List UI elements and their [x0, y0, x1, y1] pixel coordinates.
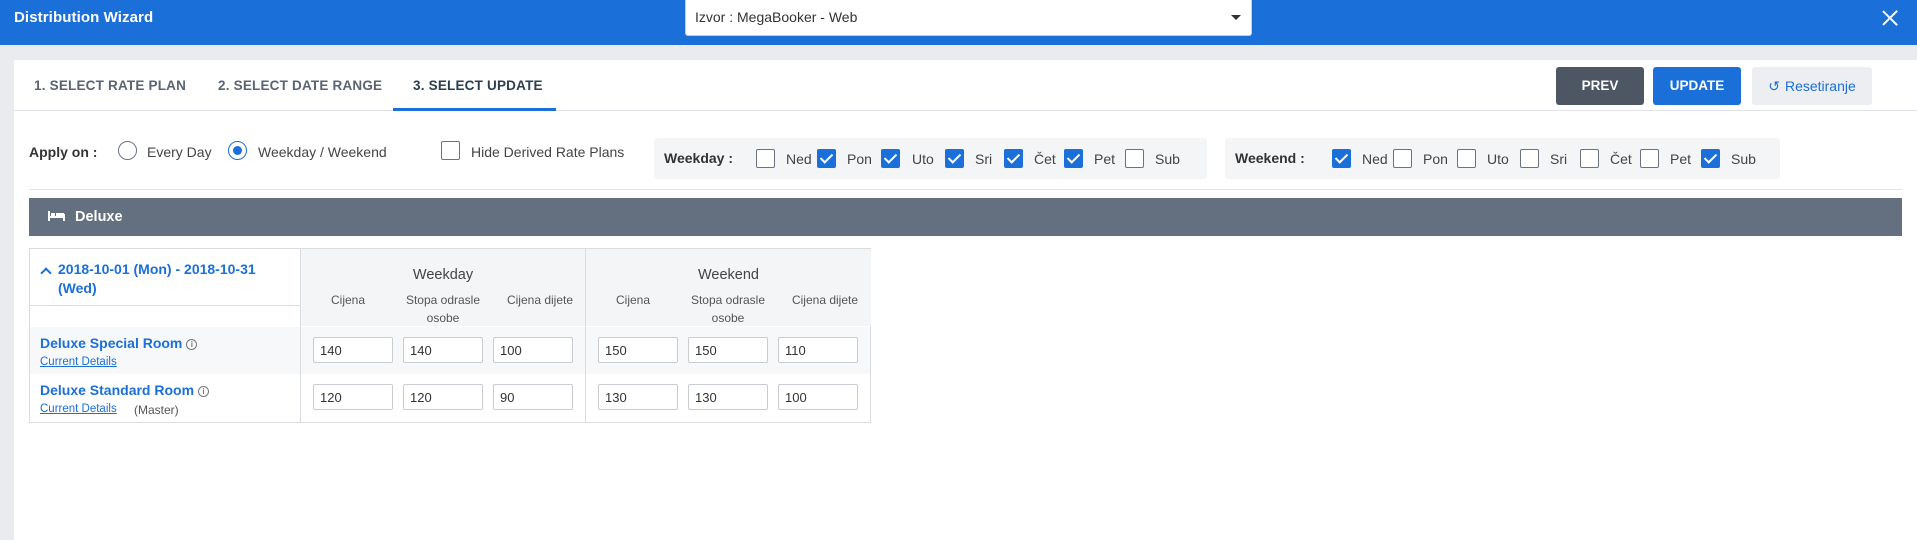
hide-derived-checkbox[interactable]	[441, 141, 460, 160]
weekend-pon-label: Pon	[1423, 151, 1448, 167]
top-bar: Distribution Wizard Izvor : MegaBooker -…	[0, 0, 1917, 45]
weekend-cijena-input[interactable]	[598, 384, 678, 410]
weekend-group-title: Weekend	[698, 267, 759, 283]
info-icon[interactable]: i	[186, 339, 198, 350]
weekend-cijena-dijete-input[interactable]	[778, 384, 858, 410]
weekday-stopa-input[interactable]	[403, 337, 483, 363]
close-icon[interactable]	[1881, 9, 1899, 27]
weekend-sri-checkbox[interactable]	[1520, 149, 1539, 168]
weekday-pet-label: Pet	[1094, 151, 1116, 167]
hide-derived-label: Hide Derived Rate Plans	[471, 144, 625, 160]
room-name: Deluxe Standard Room	[40, 382, 195, 398]
divider	[29, 189, 1902, 190]
apply-on-label: Apply on :	[29, 144, 98, 160]
rates-grid: 2018-10-01 (Mon) - 2018-10-31 (Wed) Week…	[29, 248, 871, 423]
tab-select-rate-plan[interactable]: 1. SELECT RATE PLAN	[34, 78, 186, 93]
weekday-sub-checkbox[interactable]	[1125, 149, 1144, 168]
weekend-sub-label: Sub	[1731, 151, 1756, 167]
reset-button[interactable]: ↺ Resetiranje	[1752, 67, 1872, 105]
every-day-radio[interactable]	[118, 141, 137, 160]
col-header-stopa-odrasle-osobe: Stopa odrasle osobe	[690, 293, 766, 325]
weekend-cijena-dijete-input[interactable]	[778, 337, 858, 363]
col-header-cijena: Cijena	[615, 293, 651, 307]
col-header-cijena-dijete: Cijena dijete	[506, 293, 574, 307]
weekend-label: Weekend :	[1235, 150, 1305, 166]
info-icon[interactable]: i	[198, 386, 210, 397]
weekday-cijena-dijete-input[interactable]	[493, 337, 573, 363]
tab-select-date-range[interactable]: 2. SELECT DATE RANGE	[218, 78, 382, 93]
window-title: Distribution Wizard	[14, 9, 154, 26]
weekday-sri-label: Sri	[975, 151, 993, 167]
wizard-panel: 1. SELECT RATE PLAN 2. SELECT DATE RANGE…	[14, 60, 1917, 540]
weekend-pet-checkbox[interactable]	[1640, 149, 1659, 168]
weekend-uto-checkbox[interactable]	[1457, 149, 1476, 168]
weekday-cet-checkbox[interactable]	[1004, 149, 1023, 168]
weekday-weekend-label: Weekday / Weekend	[258, 144, 387, 160]
weekend-stopa-input[interactable]	[688, 384, 768, 410]
date-range-toggle[interactable]: 2018-10-01 (Mon) - 2018-10-31 (Wed)	[58, 260, 278, 298]
weekday-uto-checkbox[interactable]	[881, 149, 900, 168]
weekday-cijena-input[interactable]	[313, 384, 393, 410]
weekend-sub-checkbox[interactable]	[1701, 149, 1720, 168]
weekday-ned-checkbox[interactable]	[756, 149, 775, 168]
bed-icon	[48, 211, 65, 221]
wizard-tabs: 1. SELECT RATE PLAN 2. SELECT DATE RANGE…	[14, 60, 1917, 111]
weekend-ned-label: Ned	[1362, 151, 1388, 167]
weekday-weekend-radio[interactable]	[228, 141, 247, 160]
every-day-label: Every Day	[147, 144, 212, 160]
active-tab-indicator	[393, 108, 556, 111]
current-details-link[interactable]: Current Details	[40, 356, 117, 368]
weekday-cijena-input[interactable]	[313, 337, 393, 363]
weekday-ned-label: Ned	[786, 151, 812, 167]
room-type-header: Deluxe	[29, 198, 1902, 236]
col-header-cijena-dijete: Cijena dijete	[791, 293, 859, 307]
weekday-group-title: Weekday	[412, 267, 474, 283]
weekend-stopa-input[interactable]	[688, 337, 768, 363]
weekend-ned-checkbox[interactable]	[1332, 149, 1351, 168]
weekday-sub-label: Sub	[1155, 151, 1180, 167]
source-select-value: Izvor : MegaBooker - Web	[695, 9, 858, 25]
col-header-stopa-odrasle-osobe: Stopa odrasle osobe	[405, 293, 481, 325]
weekday-pon-checkbox[interactable]	[817, 149, 836, 168]
prev-button[interactable]: PREV	[1556, 67, 1644, 105]
weekend-cijena-input[interactable]	[598, 337, 678, 363]
update-button[interactable]: UPDATE	[1653, 67, 1741, 105]
weekday-label: Weekday :	[664, 150, 733, 166]
master-note: (Master)	[134, 403, 179, 417]
room-name: Deluxe Special Room	[40, 335, 183, 351]
weekend-uto-label: Uto	[1487, 151, 1509, 167]
room-deluxe-standard-link[interactable]: Deluxe Standard Room i	[40, 382, 210, 398]
reset-button-label: Resetiranje	[1784, 78, 1856, 94]
weekday-pet-checkbox[interactable]	[1064, 149, 1083, 168]
weekend-pon-checkbox[interactable]	[1393, 149, 1412, 168]
weekend-cet-label: Čet	[1610, 151, 1632, 167]
source-select[interactable]: Izvor : MegaBooker - Web	[685, 0, 1252, 36]
col-header-cijena: Cijena	[330, 293, 366, 307]
room-type-name: Deluxe	[75, 209, 123, 225]
weekday-pon-label: Pon	[847, 151, 872, 167]
weekend-pet-label: Pet	[1670, 151, 1692, 167]
tab-select-update[interactable]: 3. SELECT UPDATE	[413, 78, 543, 93]
caret-down-icon	[1231, 15, 1241, 20]
weekday-days-group: Weekday : Ned Pon Uto Sri Čet Pet Sub	[654, 138, 1207, 179]
weekday-cijena-dijete-input[interactable]	[493, 384, 573, 410]
room-deluxe-special-link[interactable]: Deluxe Special Room i	[40, 335, 198, 351]
weekday-cet-label: Čet	[1034, 151, 1056, 167]
weekday-sri-checkbox[interactable]	[945, 149, 964, 168]
weekend-days-group: Weekend : Ned Pon Uto Sri Čet Pet Sub	[1225, 138, 1780, 179]
undo-icon: ↺	[1768, 78, 1780, 94]
weekday-stopa-input[interactable]	[403, 384, 483, 410]
weekday-uto-label: Uto	[912, 151, 934, 167]
weekend-cet-checkbox[interactable]	[1580, 149, 1599, 168]
grid-header	[301, 249, 871, 326]
current-details-link[interactable]: Current Details	[40, 403, 117, 415]
weekend-sri-label: Sri	[1550, 151, 1568, 167]
